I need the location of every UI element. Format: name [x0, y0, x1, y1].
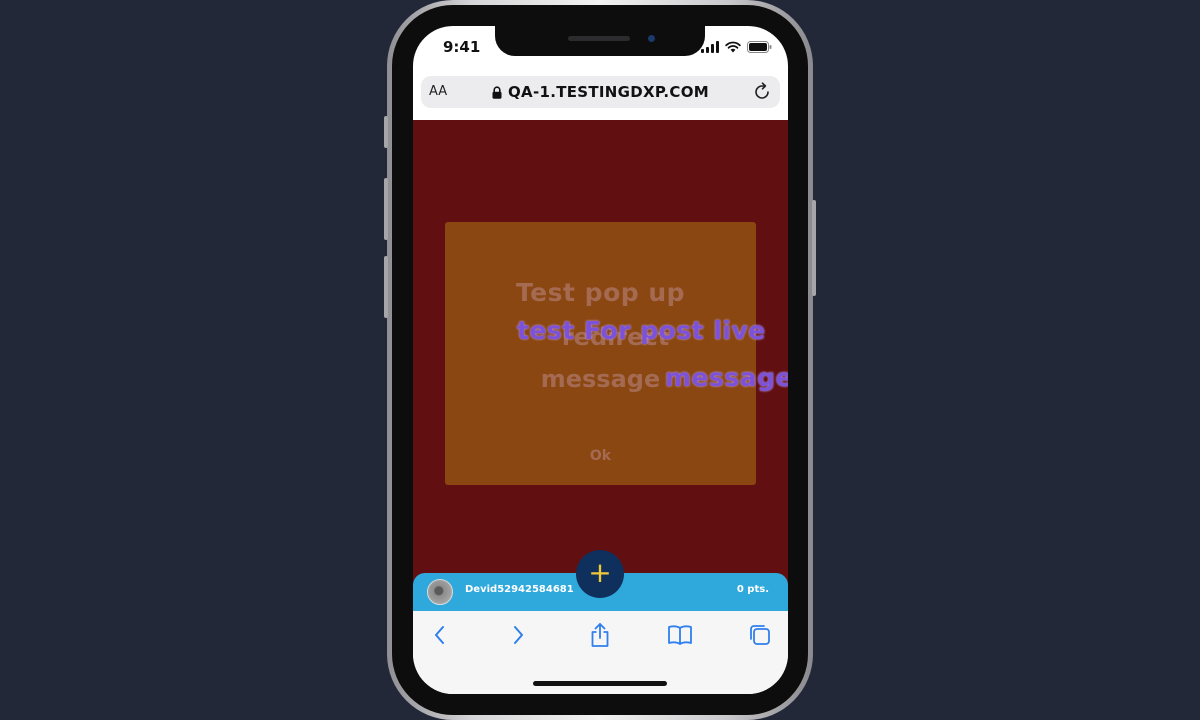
address-bar[interactable]: AA QA-1.TESTINGDXP.COM — [421, 76, 780, 108]
popup-dialog: Test pop up redirect message Ok — [445, 222, 756, 485]
overlay-message-line1: test For post live — [517, 316, 766, 345]
status-icons — [701, 41, 772, 53]
back-button[interactable] — [421, 619, 457, 651]
points-counter: 0 pts. — [736, 584, 769, 595]
tabs-icon — [750, 625, 770, 645]
phone-screen: 9:41 AA QA-1.TESTINGDXP.COM Test pop up … — [413, 26, 788, 694]
bookmarks-button[interactable] — [662, 619, 698, 651]
notch — [495, 26, 705, 56]
username: Devid52942584681 — [465, 584, 574, 595]
avatar[interactable] — [427, 579, 453, 605]
reload-icon[interactable] — [752, 82, 772, 102]
phone-frame: 9:41 AA QA-1.TESTINGDXP.COM Test pop up … — [384, 0, 816, 720]
power-button — [812, 200, 816, 296]
bookmarks-icon — [668, 625, 692, 645]
popup-title: Test pop up — [515, 278, 686, 307]
web-content: Test pop up redirect message Ok test For… — [413, 120, 788, 612]
url-field[interactable]: QA-1.TESTINGDXP.COM — [421, 83, 780, 101]
overlay-message-line2: message — [665, 363, 788, 392]
volume-down-button — [384, 256, 388, 318]
url-text: QA-1.TESTINGDXP.COM — [507, 83, 710, 101]
tabs-button[interactable] — [742, 619, 778, 651]
lock-icon — [492, 86, 502, 99]
forward-button[interactable] — [501, 619, 537, 651]
status-time: 9:41 — [443, 38, 481, 56]
popup-ok-button[interactable]: Ok — [445, 448, 756, 464]
add-button[interactable]: + — [576, 550, 624, 598]
back-icon — [435, 626, 444, 644]
wifi-icon — [725, 41, 741, 53]
front-camera — [648, 35, 655, 42]
forward-icon — [514, 626, 523, 644]
silent-switch — [384, 116, 388, 148]
home-indicator[interactable] — [533, 681, 667, 686]
share-button[interactable] — [582, 619, 618, 651]
speaker — [568, 36, 630, 41]
share-icon — [591, 623, 609, 647]
battery-icon — [747, 41, 772, 53]
volume-up-button — [384, 178, 388, 240]
